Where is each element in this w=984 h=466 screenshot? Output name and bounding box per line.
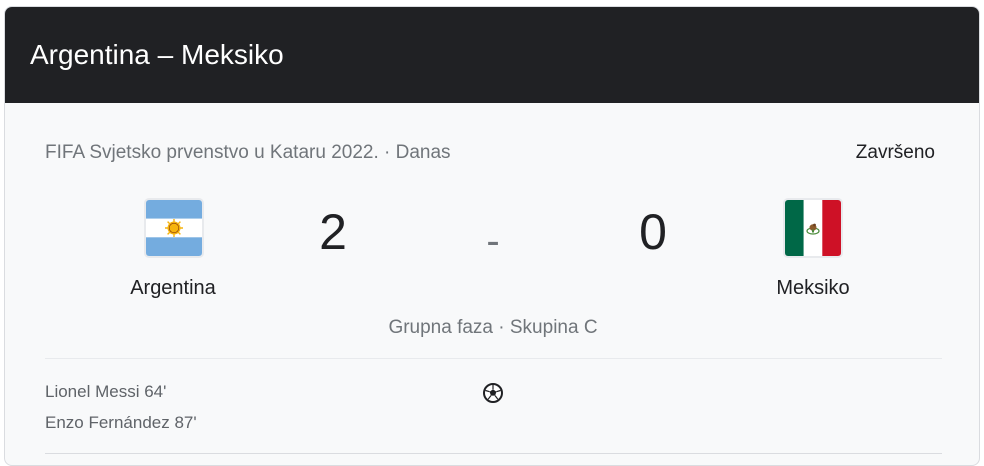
score-separator: - — [486, 219, 500, 263]
scorer-item: Lionel Messi 64' — [45, 382, 167, 401]
match-header: Argentina – Meksiko — [5, 7, 979, 103]
home-team-name[interactable]: Argentina — [93, 277, 253, 300]
divider — [45, 358, 942, 359]
competition-info[interactable]: FIFA Svjetsko prvenstvo u Kataru 2022. ·… — [45, 142, 451, 164]
match-status: Završeno — [855, 142, 935, 163]
mexico-flag-icon[interactable] — [783, 198, 843, 258]
home-scorers-list: Lionel Messi 64' Enzo Fernández 87' — [45, 380, 197, 442]
away-team-name[interactable]: Meksiko — [733, 277, 893, 300]
home-score: 2 — [319, 204, 347, 260]
away-score: 0 — [639, 204, 667, 260]
match-stage: Grupna faza · Skupina C — [388, 317, 598, 338]
soccer-ball-icon — [483, 383, 503, 403]
match-card[interactable]: Argentina – Meksiko FIFA Svjetsko prvens… — [4, 6, 980, 466]
match-title: Argentina – Meksiko — [30, 39, 284, 70]
argentina-flag-icon[interactable] — [144, 198, 204, 258]
scorer-item: Enzo Fernández 87' — [45, 413, 197, 432]
match-meta: FIFA Svjetsko prvenstvo u Kataru 2022. ·… — [45, 142, 935, 164]
